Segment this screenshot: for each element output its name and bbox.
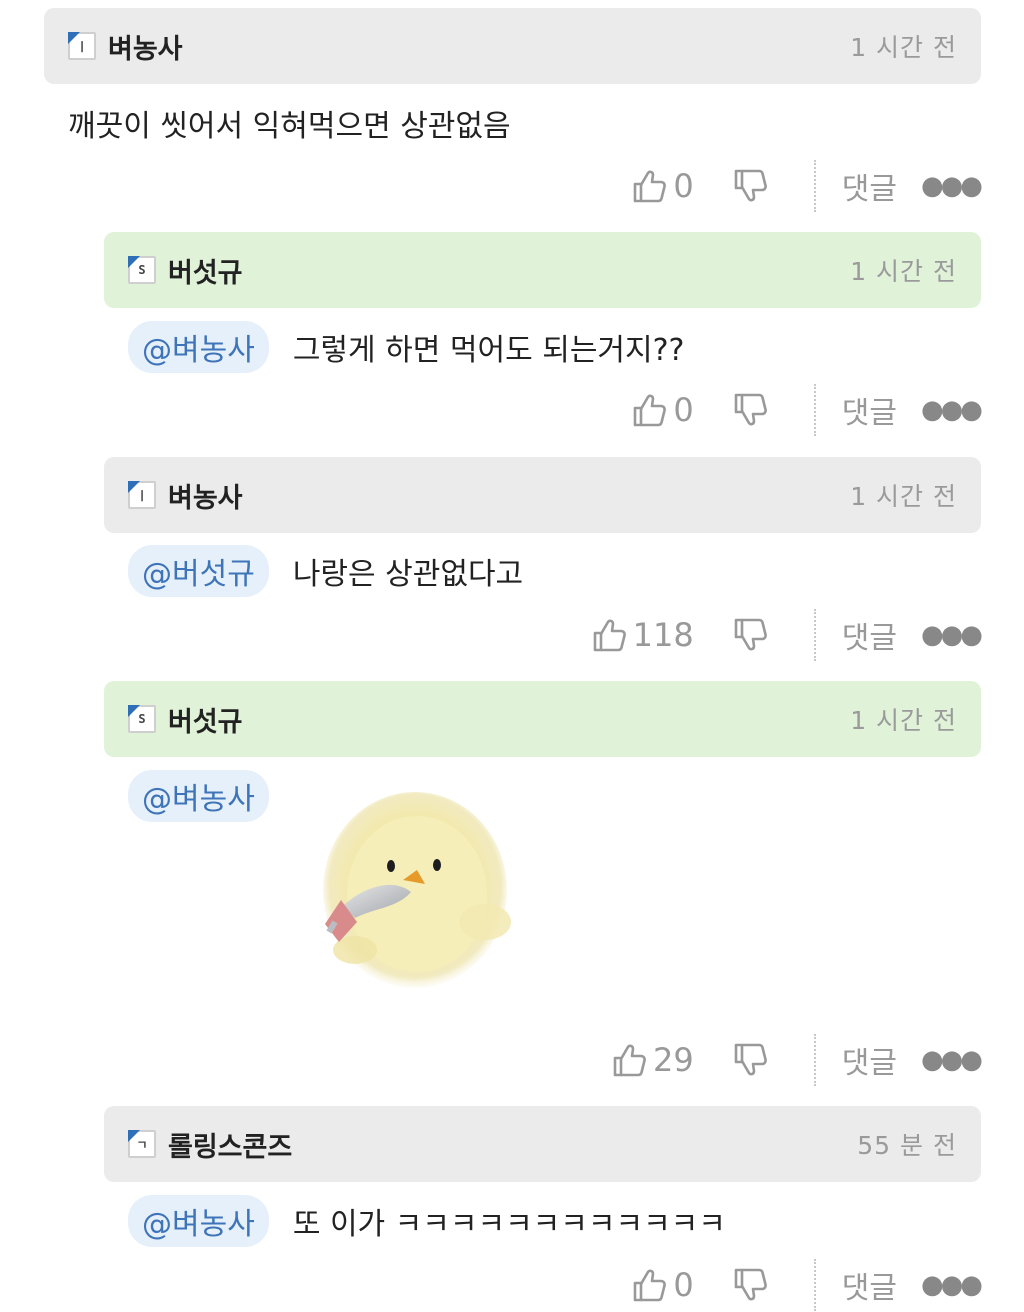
comment-body: @버섯규 나랑은 상관없다고	[128, 545, 523, 597]
reply-button[interactable]: 댓글	[842, 613, 897, 657]
chick-with-knife-image[interactable]	[295, 772, 531, 1002]
comment-time: 1 시간 전	[850, 33, 957, 62]
comment-actions: 0 댓글 ●●●	[631, 159, 983, 213]
divider	[813, 1034, 816, 1086]
comment-actions: 0 댓글 ●●●	[631, 383, 983, 437]
more-dots-icon[interactable]: ●●●	[921, 1045, 983, 1075]
comment-author[interactable]: 버섯규	[168, 700, 243, 739]
mention-tag[interactable]: @벼농사	[128, 770, 269, 822]
thumbs-up-icon[interactable]	[631, 1267, 667, 1303]
mention-tag[interactable]: @벼농사	[128, 321, 269, 373]
thumbs-down-icon[interactable]	[732, 168, 768, 204]
thumbs-down-icon[interactable]	[732, 1267, 768, 1303]
user-level-badge: S	[128, 256, 156, 284]
comment-header: ㅣ 벼농사 1 시간 전	[44, 8, 981, 84]
comment-header: S 버섯규 1 시간 전	[104, 232, 981, 308]
like-count: 0	[673, 167, 694, 205]
mention-tag[interactable]: @벼농사	[128, 1195, 269, 1247]
thumbs-up-icon[interactable]	[631, 168, 667, 204]
reply-button[interactable]: 댓글	[842, 1038, 897, 1082]
thumbs-up-icon[interactable]	[631, 392, 667, 428]
user-level-badge: ㅣ	[128, 481, 156, 509]
like-count: 0	[673, 391, 694, 429]
like-count: 29	[653, 1041, 694, 1079]
more-dots-icon[interactable]: ●●●	[921, 620, 983, 650]
comment-header: S 버섯규 1 시간 전	[104, 681, 981, 757]
like-count: 0	[673, 1266, 694, 1304]
comment-header: ㅣ 벼농사 1 시간 전	[104, 457, 981, 533]
comment-actions: 29 댓글 ●●●	[611, 1033, 983, 1087]
comment-body: 깨끗이 씻어서 익혀먹으면 상관없음	[68, 100, 511, 146]
divider	[813, 160, 816, 212]
user-level-badge: S	[128, 705, 156, 733]
comment-text: 또 이가 ㅋㅋㅋㅋㅋㅋㅋㅋㅋㅋㅋㅋ	[292, 1207, 726, 1242]
comment-header: ㄱ 롤링스콘즈 55 분 전	[104, 1106, 981, 1182]
comment-actions: 0 댓글 ●●●	[631, 1258, 983, 1312]
comment-text: 그렇게 하면 먹어도 되는거지??	[292, 333, 685, 368]
comment-text: 나랑은 상관없다고	[292, 557, 524, 592]
reply-button[interactable]: 댓글	[842, 164, 897, 208]
more-dots-icon[interactable]: ●●●	[921, 171, 983, 201]
comment-author[interactable]: 버섯규	[168, 251, 243, 290]
comment-author[interactable]: 벼농사	[108, 27, 183, 66]
user-level-badge: ㅣ	[68, 32, 96, 60]
like-count: 118	[632, 616, 694, 654]
more-dots-icon[interactable]: ●●●	[921, 1270, 983, 1300]
comment-body: @벼농사 그렇게 하면 먹어도 되는거지??	[128, 321, 684, 373]
comment-time: 55 분 전	[857, 1131, 957, 1160]
comment-author[interactable]: 벼농사	[168, 476, 243, 515]
thumbs-up-icon[interactable]	[611, 1042, 647, 1078]
reply-button[interactable]: 댓글	[842, 388, 897, 432]
divider	[813, 1259, 816, 1311]
mention-tag[interactable]: @버섯규	[128, 545, 269, 597]
comment-body: @벼농사	[128, 770, 293, 822]
reply-button[interactable]: 댓글	[842, 1263, 897, 1307]
divider	[813, 609, 816, 661]
user-level-badge: ㄱ	[128, 1130, 156, 1158]
comment-time: 1 시간 전	[850, 482, 957, 511]
thumbs-down-icon[interactable]	[732, 392, 768, 428]
comment-author[interactable]: 롤링스콘즈	[168, 1125, 292, 1164]
comment-time: 1 시간 전	[850, 706, 957, 735]
comment-actions: 118 댓글 ●●●	[591, 608, 983, 662]
thumbs-down-icon[interactable]	[732, 1042, 768, 1078]
divider	[813, 384, 816, 436]
comment-body: @벼농사 또 이가 ㅋㅋㅋㅋㅋㅋㅋㅋㅋㅋㅋㅋ	[128, 1195, 726, 1247]
thumbs-down-icon[interactable]	[732, 617, 768, 653]
comment-time: 1 시간 전	[850, 257, 957, 286]
comment-text: 깨끗이 씻어서 익혀먹으면 상관없음	[68, 109, 511, 144]
thumbs-up-icon[interactable]	[591, 617, 627, 653]
more-dots-icon[interactable]: ●●●	[921, 395, 983, 425]
